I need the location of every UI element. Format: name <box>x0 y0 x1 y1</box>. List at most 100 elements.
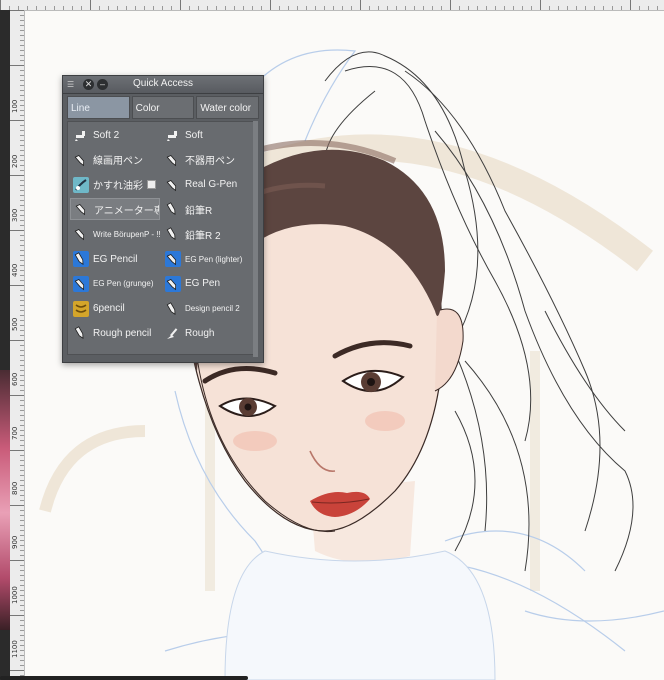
tool-label: アニメーター専用り <box>94 205 159 217</box>
ruler-tick <box>594 6 595 10</box>
ruler-tick <box>20 295 24 296</box>
ruler-tick <box>20 510 24 511</box>
tool-item[interactable]: Rough pencil <box>70 322 160 344</box>
tool-item[interactable]: Soft <box>162 124 252 146</box>
ruler-tick <box>54 6 55 10</box>
ruler-tick <box>270 0 271 10</box>
tab-line[interactable]: Line <box>67 96 130 119</box>
tool-item[interactable]: EG Pen <box>162 273 252 295</box>
ruler-tick <box>639 6 640 10</box>
pencil-icon <box>73 325 89 341</box>
bg-bar-2 <box>530 351 540 591</box>
ruler-tick <box>20 125 24 126</box>
ruler-tick <box>99 6 100 10</box>
ruler-tick <box>20 345 24 346</box>
ruler-tick <box>20 495 24 496</box>
ruler-tick <box>20 200 24 201</box>
ruler-tick <box>20 440 24 441</box>
ruler-tick <box>20 70 24 71</box>
panel-scrollbar[interactable] <box>253 121 258 357</box>
ruler-tick <box>20 15 24 16</box>
ruler-tick <box>171 6 172 10</box>
airbrush-icon <box>165 127 181 143</box>
ruler-tick <box>20 620 24 621</box>
tool-item[interactable]: アニメーター専用り <box>70 198 160 221</box>
ruler-tick <box>20 605 24 606</box>
ruler-tick <box>20 320 24 321</box>
tool-item[interactable]: 鉛筆R 2 <box>162 223 252 245</box>
ruler-tick <box>216 6 217 10</box>
ruler-tick <box>20 415 24 416</box>
ruler-tick <box>243 6 244 10</box>
pen-nib-icon <box>74 201 90 217</box>
ruler-tick <box>20 60 24 61</box>
tool-item[interactable]: EG Pencil <box>70 248 160 270</box>
ruler-tick <box>20 390 24 391</box>
tool-item[interactable]: EG Pen (lighter) <box>162 248 252 270</box>
tab-water-color[interactable]: Water color <box>196 96 260 119</box>
ruler-tick <box>20 645 24 646</box>
ruler-tick <box>20 265 24 266</box>
tool-item[interactable]: Write BörupenP - !! <box>70 223 160 245</box>
ruler-tick <box>20 500 24 501</box>
ruler-tick <box>20 145 24 146</box>
ruler-tick <box>20 275 24 276</box>
ruler-tick <box>20 565 24 566</box>
checkbox[interactable] <box>147 180 156 190</box>
ruler-tick <box>20 235 24 236</box>
tool-item[interactable]: 6pencil <box>70 298 160 320</box>
ruler-tick <box>10 285 24 286</box>
tool-item[interactable]: 不器用ペン <box>162 149 252 171</box>
ruler-tick <box>20 105 24 106</box>
tool-item[interactable]: 鉛筆R <box>162 198 252 220</box>
ruler-tick <box>20 420 24 421</box>
ruler-tick <box>20 520 24 521</box>
ruler-tick <box>135 6 136 10</box>
ruler-tick <box>20 360 24 361</box>
ruler-label: 1100 <box>11 640 19 658</box>
ruler-tick <box>20 655 24 656</box>
ruler-tick <box>20 445 24 446</box>
tool-item[interactable]: 線画用ペン <box>70 149 160 171</box>
ruler-tick <box>10 450 24 451</box>
ruler-tick <box>45 6 46 10</box>
horizontal-scrollbar[interactable] <box>0 676 248 680</box>
ruler-tick <box>20 590 24 591</box>
ruler-tick <box>20 425 24 426</box>
ruler-tick <box>10 65 24 66</box>
tool-label: 不器用ペン <box>185 156 235 168</box>
tool-label: 鉛筆R 2 <box>185 230 221 242</box>
ruler-tick <box>648 6 649 10</box>
ruler-tick <box>20 135 24 136</box>
ruler-tick <box>20 100 24 101</box>
ruler-tick <box>20 455 24 456</box>
tool-item[interactable]: Rough <box>162 322 252 344</box>
ruler-label: 300 <box>11 208 19 222</box>
ruler-tick <box>189 6 190 10</box>
tool-label: Rough <box>185 327 215 339</box>
ruler-tick <box>0 0 1 10</box>
tool-item[interactable]: Real G-Pen <box>162 174 252 196</box>
ruler-tick <box>585 6 586 10</box>
ruler-tick <box>27 6 28 10</box>
texture-pencil-icon <box>73 300 89 317</box>
tool-label: かすれ油彩 <box>93 181 143 193</box>
ruler-tick <box>225 6 226 10</box>
ruler-tick <box>10 505 24 506</box>
ruler-tick <box>20 260 24 261</box>
panel-title-bar[interactable]: ☰ ✕ – Quick Access <box>63 76 263 94</box>
tool-item[interactable]: Design pencil 2 <box>162 298 252 320</box>
ruler-tick <box>20 485 24 486</box>
scrollbar-thumb[interactable] <box>253 121 258 357</box>
ruler-tick <box>549 6 550 10</box>
ruler-tick <box>20 155 24 156</box>
tool-item[interactable]: かすれ油彩 <box>70 174 160 196</box>
tab-color[interactable]: Color <box>131 96 195 119</box>
ruler-tick <box>153 6 154 10</box>
ruler-tick <box>20 535 24 536</box>
ruler-tick <box>20 660 24 661</box>
tool-item[interactable]: Soft 2 <box>70 124 160 146</box>
ruler-tick <box>522 6 523 10</box>
ruler-tick <box>20 555 24 556</box>
tool-item[interactable]: EG Pen (grunge) <box>70 273 160 295</box>
